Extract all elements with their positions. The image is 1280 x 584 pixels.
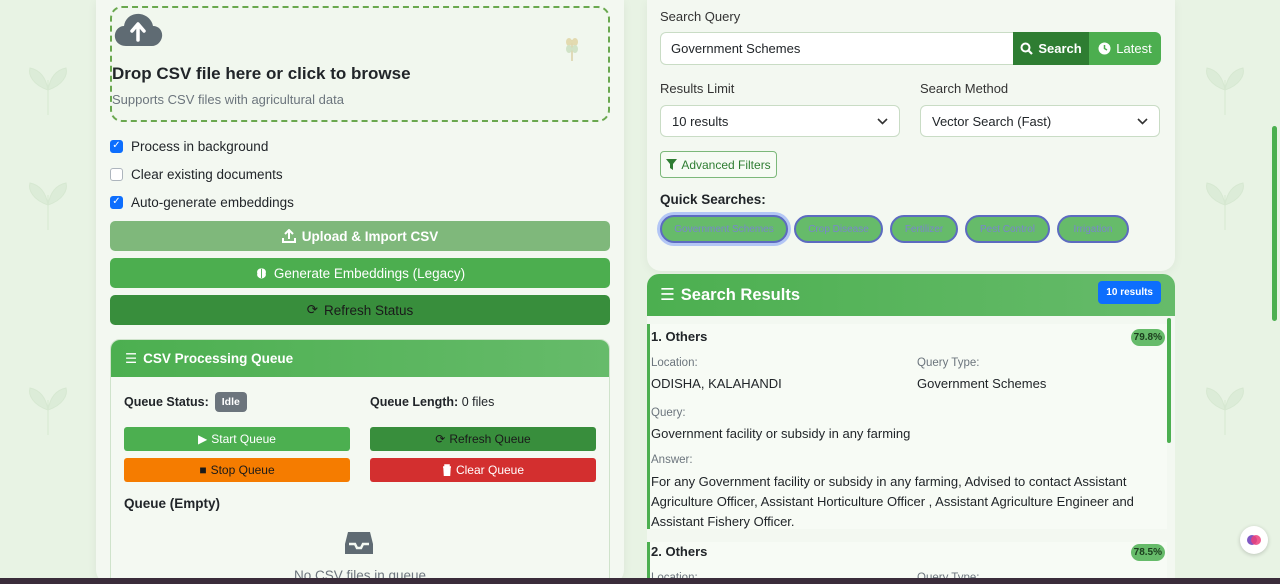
taskbar-edge [0, 578, 1280, 584]
answer-value: For any Government facility or subsidy i… [651, 474, 1134, 529]
results-header: ☰ Search Results [647, 274, 1175, 316]
option-clear-documents[interactable]: Clear existing documents [110, 164, 283, 184]
answer-label: Answer: [651, 454, 693, 466]
stop-queue-button[interactable]: ■ Stop Queue [124, 458, 350, 482]
queue-status: Queue Status: Idle [124, 392, 247, 412]
quick-search-chip[interactable]: Fertilizer [890, 215, 958, 243]
brain-icon [255, 266, 267, 280]
results-count-badge: 10 results [1098, 281, 1161, 304]
background-leaf-icon [1195, 175, 1255, 235]
checkbox-unchecked-icon[interactable] [110, 167, 123, 181]
result-title: 1. Others [651, 329, 708, 344]
csv-upload-panel: Drop CSV file here or click to browse Su… [96, 0, 624, 584]
option-auto-embeddings[interactable]: ✓ Auto-generate embeddings [110, 192, 294, 212]
quick-searches-label: Quick Searches: [660, 192, 766, 207]
stop-icon: ■ [199, 463, 207, 477]
location-value: ODISHA, KALAHANDI [651, 376, 782, 391]
search-panel: Search Query Search Latest Results Limit… [647, 0, 1175, 271]
query-label: Query: [651, 407, 686, 419]
result-card[interactable]: 1. Others 79.8% Location: ODISHA, KALAHA… [647, 324, 1167, 529]
result-title: 2. Others [651, 544, 708, 559]
quick-search-chip[interactable]: Pest Control [965, 215, 1050, 243]
latest-button[interactable]: Latest [1089, 32, 1161, 65]
page-scrollbar[interactable] [1272, 126, 1277, 321]
filter-icon [666, 159, 678, 170]
upload-icon [281, 229, 296, 243]
refresh-icon: ⟳ [435, 432, 446, 446]
dropzone-title: Drop CSV file here or click to browse [112, 64, 411, 83]
clock-icon [1098, 42, 1111, 55]
background-leaf-icon [18, 175, 78, 235]
dropzone-subtitle: Supports CSV files with agricultural dat… [112, 92, 344, 107]
queue-length: Queue Length: 0 files [370, 395, 495, 409]
csv-processing-queue: ☰ CSV Processing Queue Queue Status: Idl… [110, 339, 610, 584]
query-value: Government facility or subsidy in any fa… [651, 426, 911, 441]
quick-search-chip[interactable]: Government Schemes [660, 215, 788, 243]
background-leaf-icon [18, 60, 78, 120]
upload-import-button[interactable]: Upload & Import CSV [110, 221, 610, 251]
queue-header: ☰ CSV Processing Queue [111, 340, 609, 377]
search-button[interactable]: Search [1013, 32, 1089, 65]
wheat-icon [566, 38, 578, 61]
cloud-upload-icon [114, 13, 163, 47]
search-method-label: Search Method [920, 81, 1009, 96]
query-type-value: Government Schemes [917, 376, 1047, 391]
background-leaf-icon [1195, 380, 1255, 440]
background-leaf-icon [1195, 60, 1255, 120]
inbox-icon [345, 532, 373, 554]
csv-dropzone[interactable]: Drop CSV file here or click to browse Su… [110, 6, 610, 122]
list-icon: ☰ [660, 286, 675, 304]
assistant-button[interactable] [1240, 526, 1268, 554]
chevron-down-icon [1137, 117, 1148, 125]
option-label: Process in background [131, 138, 269, 154]
search-results-panel: ☰ Search Results 10 results 1. Others 79… [647, 274, 1175, 584]
start-queue-button[interactable]: ▶ Start Queue [124, 427, 350, 451]
results-scrollbar[interactable] [1167, 318, 1171, 443]
option-label: Auto-generate embeddings [131, 194, 294, 210]
results-limit-label: Results Limit [660, 81, 735, 96]
search-method-select[interactable]: Vector Search (Fast) [920, 105, 1160, 137]
option-process-background[interactable]: ✓ Process in background [110, 136, 268, 156]
refresh-status-button[interactable]: ⟳ Refresh Status [110, 295, 610, 325]
generate-embeddings-button[interactable]: Generate Embeddings (Legacy) [110, 258, 610, 288]
refresh-queue-button[interactable]: ⟳ Refresh Queue [370, 427, 596, 451]
checkbox-checked-icon[interactable]: ✓ [110, 195, 123, 209]
queue-empty-title: Queue (Empty) [124, 496, 221, 511]
similarity-score-badge: 78.5% [1130, 544, 1165, 561]
search-icon [1020, 42, 1034, 55]
search-input[interactable] [660, 32, 1013, 65]
advanced-filters-button[interactable]: Advanced Filters [660, 151, 777, 178]
quick-search-chip[interactable]: Irrigation [1057, 215, 1129, 243]
play-icon: ▶ [198, 432, 208, 446]
status-badge: Idle [214, 392, 247, 412]
brain-icon [1247, 535, 1261, 545]
location-label: Location: [651, 357, 698, 369]
background-leaf-icon [18, 380, 78, 440]
option-label: Clear existing documents [131, 166, 283, 182]
results-limit-select[interactable]: 10 results [660, 105, 900, 137]
list-icon: ☰ [125, 350, 138, 366]
chevron-down-icon [877, 117, 888, 125]
search-query-label: Search Query [660, 9, 741, 24]
checkbox-checked-icon[interactable]: ✓ [110, 139, 123, 153]
query-type-label: Query Type: [917, 357, 980, 369]
similarity-score-badge: 79.8% [1130, 329, 1165, 346]
refresh-icon: ⟳ [306, 302, 318, 317]
trash-icon [442, 464, 451, 476]
clear-queue-button[interactable]: Clear Queue [370, 458, 596, 482]
quick-search-chip[interactable]: Crop Disease [794, 215, 883, 243]
